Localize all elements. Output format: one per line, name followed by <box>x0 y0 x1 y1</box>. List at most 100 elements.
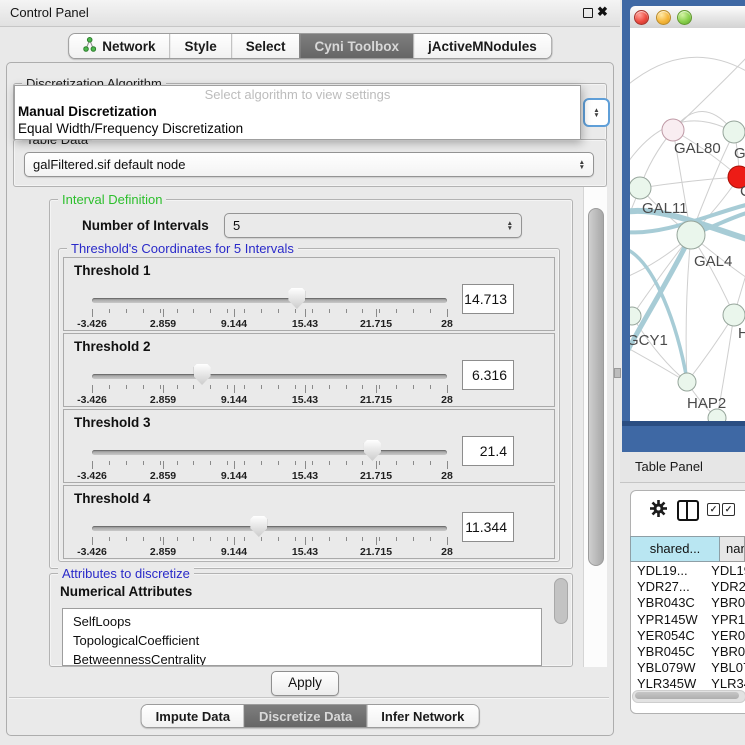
algorithm-option[interactable]: Equal Width/Frequency Discretization <box>15 120 580 137</box>
network-node[interactable] <box>723 304 745 326</box>
splitter-handle[interactable] <box>614 368 621 378</box>
network-node[interactable] <box>630 177 651 199</box>
split-view-icon[interactable] <box>677 500 699 521</box>
column-header-shared-name[interactable]: shared... <box>630 536 720 562</box>
table-row[interactable]: YBL079WYBL079W <box>631 660 745 676</box>
attribute-list-item[interactable]: BetweennessCentrality <box>63 650 541 666</box>
network-edge[interactable] <box>632 235 691 316</box>
minor-tick <box>160 537 161 541</box>
select-rows-checkbox-icon[interactable]: ✓ <box>722 503 735 516</box>
numerical-attributes-list[interactable]: SelfLoopsTopologicalCoefficientBetweenne… <box>62 608 542 666</box>
algorithm-option[interactable]: Manual Discretization <box>15 103 580 120</box>
network-node[interactable] <box>677 221 705 249</box>
numerical-attributes-label: Numerical Attributes <box>60 584 192 599</box>
network-node[interactable] <box>630 307 641 325</box>
slider-track[interactable] <box>92 450 447 455</box>
attributes-list-scrollbar[interactable] <box>554 578 568 624</box>
cyni-mode-tab-bar: Impute Data Discretize DataInfer Network <box>141 704 480 728</box>
tab-label: Network <box>102 39 155 54</box>
cell-shared-name: YPR145W <box>631 612 707 628</box>
network-view[interactable]: GAL80GALCGAL11GAL4GCY1HHAP2 <box>630 28 745 421</box>
select-columns-checkbox-icon[interactable]: ✓ <box>707 503 720 516</box>
network-node[interactable] <box>723 121 745 143</box>
algorithm-combobox[interactable]: ▲▼ <box>583 98 610 127</box>
threshold-value-field[interactable]: 21.4 <box>462 436 514 466</box>
threshold-panel: Threshold 2-3.4262.8599.14415.4321.71528… <box>63 333 555 407</box>
table-hscrollbar-thumb[interactable] <box>635 692 739 699</box>
number-of-intervals-combobox[interactable]: 5 ▲▼ <box>224 213 522 238</box>
apply-button[interactable]: Apply <box>271 671 339 696</box>
cyni-toolbox-panel: Discretization Algorithm ▲▼ Select algor… <box>6 62 614 736</box>
tab-network[interactable]: Network <box>69 34 169 58</box>
screen: { "colors": { "accent_blue": "#2a2ac9", … <box>0 0 745 745</box>
minor-tick <box>329 461 330 465</box>
slider-thumb[interactable] <box>194 364 211 385</box>
table-row[interactable]: YBR045CYBR045C <box>631 644 745 660</box>
attribute-list-item[interactable]: SelfLoops <box>63 609 541 631</box>
table-row[interactable]: YDL19...YDL19... <box>631 563 745 579</box>
tab-select[interactable]: Select <box>231 34 300 58</box>
network-edge[interactable] <box>630 57 745 88</box>
network-edge[interactable] <box>687 315 734 382</box>
network-edge[interactable] <box>673 56 745 130</box>
minor-tick <box>160 385 161 389</box>
float-panel-icon[interactable] <box>583 8 593 18</box>
settings-scrollbar-thumb[interactable] <box>588 208 604 566</box>
table-row[interactable]: YPR145WYPR145W <box>631 612 745 628</box>
slider-thumb[interactable] <box>250 516 267 537</box>
minimize-light-icon[interactable] <box>656 10 671 25</box>
minor-tick <box>413 537 414 541</box>
column-header-name[interactable]: name <box>720 536 745 562</box>
table-data-combobox-value: galFiltered.sif default node <box>33 157 185 172</box>
major-tick <box>305 461 306 469</box>
zoom-light-icon[interactable] <box>677 10 692 25</box>
slider-track[interactable] <box>92 298 447 303</box>
slider-track[interactable] <box>92 526 447 531</box>
tick-label: 9.144 <box>221 470 247 482</box>
network-node[interactable] <box>678 373 696 391</box>
major-tick <box>305 537 306 545</box>
settings-scrollbar-track[interactable] <box>583 187 607 667</box>
attribute-list-item[interactable]: TopologicalCoefficient <box>63 631 541 650</box>
major-tick <box>305 385 306 393</box>
combo-stepper-icon: ▲▼ <box>579 160 585 170</box>
tab-discretize-data[interactable]: Discretize Data <box>244 705 366 727</box>
network-node-label: GAL80 <box>674 140 721 157</box>
network-node[interactable] <box>662 119 684 141</box>
table-data-combobox[interactable]: galFiltered.sif default node ▲▼ <box>24 152 594 177</box>
network-edge[interactable] <box>630 346 687 382</box>
tab-jactivemnodules[interactable]: jActiveMNodules <box>413 34 551 58</box>
threshold-value-field[interactable]: 6.316 <box>462 360 514 390</box>
attributes-group: Attributes to discretize Numerical Attri… <box>49 573 573 667</box>
network-edge[interactable] <box>686 235 691 382</box>
slider-track[interactable] <box>92 374 447 379</box>
minor-tick <box>362 537 363 541</box>
close-light-icon[interactable] <box>634 10 649 25</box>
cell-name: YER054C <box>707 628 745 644</box>
table-row[interactable]: YER054CYER054C <box>631 628 745 644</box>
minor-tick <box>210 309 211 313</box>
tick-label: 2.859 <box>150 546 176 558</box>
table-row[interactable]: YDR27...YDR27... <box>631 579 745 595</box>
gear-icon[interactable] <box>649 499 668 523</box>
network-window-titlebar[interactable] <box>630 6 745 29</box>
minor-tick <box>177 537 178 541</box>
close-icon[interactable]: ✖ <box>597 4 608 20</box>
tab-style[interactable]: Style <box>169 34 230 58</box>
threshold-value-field[interactable]: 14.713 <box>462 284 514 314</box>
minor-tick <box>396 309 397 313</box>
threshold-value-field[interactable]: 11.344 <box>462 512 514 542</box>
minor-tick <box>346 309 347 313</box>
tick-label: -3.426 <box>77 470 107 482</box>
tab-label: Impute Data <box>156 709 230 724</box>
table-hscrollbar-track[interactable] <box>632 690 745 703</box>
combo-stepper-icon: ▲▼ <box>593 108 599 118</box>
slider-thumb[interactable] <box>364 440 381 461</box>
table-row[interactable]: YBR043CYBR043C <box>631 595 745 611</box>
network-edge[interactable] <box>640 177 739 188</box>
tab-impute-data[interactable]: Impute Data <box>142 705 244 727</box>
tab-infer-network[interactable]: Infer Network <box>366 705 478 727</box>
thresholds-group: Threshold's Coordinates for 5 Intervals … <box>58 248 560 562</box>
tab-cyni-toolbox[interactable]: Cyni Toolbox <box>300 34 414 58</box>
slider-thumb[interactable] <box>288 288 305 309</box>
